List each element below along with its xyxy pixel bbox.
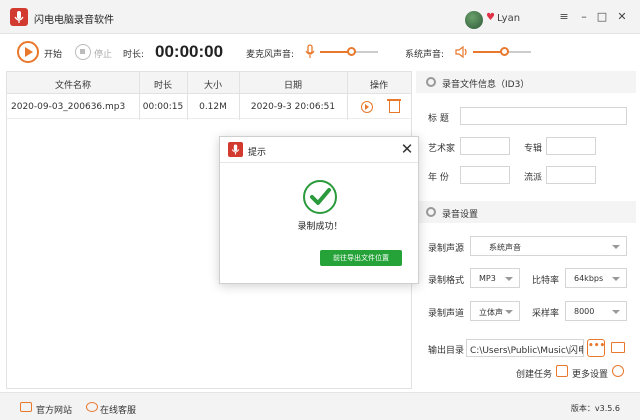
success-dialog: 提示 ✕ 录制成功！ 前往导出文件位置 (219, 136, 419, 284)
bitrate-select-value: 64kbps (574, 274, 604, 283)
play-icon[interactable] (361, 101, 373, 113)
title-bar: 闪电电脑录音软件 ♥ Lyan ≡ – □ ✕ (0, 0, 640, 34)
samplerate-label: 采样率 (532, 309, 560, 319)
record-settings-title: 录音设置 (442, 210, 479, 220)
settings-panel: 录音文件信息（ID3） 标 题 艺术家 专辑 年 份 流派 录音设置 录制声源 … (416, 71, 636, 389)
format-select-value: MP3 (479, 274, 496, 283)
speaker-icon (455, 45, 469, 59)
chevron-down-icon (612, 245, 620, 249)
start-label[interactable]: 开始 (44, 47, 62, 60)
system-volume-knob[interactable] (499, 47, 509, 56)
microphone-icon (305, 44, 315, 60)
source-select[interactable]: 系统声音 (470, 236, 627, 256)
header-duration: 时长 (153, 81, 172, 91)
footer: 官方网站 在线客服 版本：v3.5.6 (0, 392, 640, 420)
samplerate-select[interactable]: 8000 (565, 301, 627, 321)
record-settings-header: 录音设置 (416, 201, 636, 223)
start-record-button[interactable] (17, 41, 39, 63)
cell-date: 2020-9-3 20:06:51 (250, 102, 336, 112)
trash-icon[interactable] (387, 99, 401, 113)
title-label: 标 题 (428, 114, 449, 124)
artist-label: 艺术家 (428, 144, 456, 154)
channel-label: 录制声道 (428, 309, 465, 319)
chevron-down-icon (505, 277, 513, 281)
settings-gear-icon[interactable] (612, 365, 624, 377)
genre-label: 流派 (524, 173, 543, 183)
album-field[interactable] (546, 137, 596, 155)
gear-icon (426, 77, 436, 87)
id3-section-header: 录音文件信息（ID3） (416, 71, 636, 93)
header-filename: 文件名称 (54, 81, 91, 91)
success-check-icon (303, 180, 337, 214)
header-actions: 操作 (369, 81, 388, 91)
version-label: 版本：v3.5.6 (570, 404, 620, 413)
cell-size: 0.12M (199, 102, 227, 112)
bitrate-select[interactable]: 64kbps (565, 268, 627, 288)
year-field[interactable] (460, 166, 510, 184)
more-settings-label[interactable]: 更多设置 (572, 367, 608, 380)
dialog-close-button[interactable]: ✕ (400, 141, 414, 157)
dialog-title: 提示 (248, 148, 267, 158)
format-label: 录制格式 (428, 276, 465, 286)
open-export-location-button[interactable]: 前往导出文件位置 (320, 250, 402, 266)
chevron-down-icon (612, 310, 620, 314)
id3-section-title: 录音文件信息（ID3） (442, 80, 530, 90)
cell-filename: 2020-09-03_200636.mp3 (11, 102, 126, 112)
dialog-header: 提示 ✕ (220, 137, 418, 163)
menu-icon[interactable]: ≡ (557, 10, 571, 24)
duration-value: 00:00:00 (155, 42, 224, 61)
output-label: 输出目录 (428, 346, 465, 356)
task-icon[interactable] (556, 365, 568, 377)
bitrate-label: 比特率 (532, 276, 560, 286)
support-link[interactable]: 在线客服 (100, 403, 136, 416)
app-logo-icon (10, 8, 28, 26)
artist-field[interactable] (460, 137, 510, 155)
chevron-down-icon (505, 310, 513, 314)
cell-duration: 00:00:15 (142, 102, 184, 112)
heart-icon: ♥ (486, 12, 495, 23)
avatar[interactable] (465, 11, 483, 29)
maximize-button[interactable]: □ (595, 10, 609, 24)
genre-field[interactable] (546, 166, 596, 184)
folder-icon[interactable] (611, 342, 625, 353)
recording-toolbar: 开始 停止 时长: 00:00:00 麦克风声音: 系统声音: (0, 34, 640, 70)
create-task-label[interactable]: 创建任务 (516, 367, 552, 380)
samplerate-select-value: 8000 (574, 307, 595, 316)
source-label: 录制声源 (428, 244, 465, 254)
website-icon[interactable] (20, 402, 32, 412)
album-label: 专辑 (524, 144, 543, 154)
mic-volume-knob[interactable] (346, 47, 356, 56)
header-size: 大小 (203, 81, 222, 91)
table-header: 文件名称 时长 大小 日期 操作 (7, 72, 411, 94)
stop-record-button[interactable] (75, 44, 91, 60)
username[interactable]: Lyan (497, 13, 520, 24)
year-label: 年 份 (428, 173, 449, 183)
support-icon[interactable] (86, 402, 98, 412)
source-select-value: 系统声音 (489, 243, 521, 252)
mic-volume-label: 麦克风声音: (246, 50, 295, 60)
browse-button[interactable]: ••• (587, 339, 605, 357)
mic-volume-slider[interactable] (320, 47, 378, 56)
title-field[interactable] (460, 107, 627, 125)
stop-label[interactable]: 停止 (94, 47, 112, 60)
channel-select[interactable]: 立体声 (470, 301, 520, 321)
system-volume-slider[interactable] (473, 47, 531, 56)
minimize-button[interactable]: – (577, 10, 591, 24)
duration-label: 时长: (123, 50, 145, 60)
channel-select-value: 立体声 (479, 308, 503, 317)
system-volume-label: 系统声音: (405, 50, 445, 60)
output-path-field[interactable]: C:\Users\Public\Music\闪电 (466, 339, 584, 357)
gear-icon (426, 207, 436, 217)
dialog-message: 录制成功！ (297, 222, 343, 232)
header-date: 日期 (283, 81, 302, 91)
website-link[interactable]: 官方网站 (36, 403, 72, 416)
table-row[interactable]: 2020-09-03_200636.mp3 00:00:15 0.12M 202… (7, 95, 411, 119)
chevron-down-icon (612, 277, 620, 281)
app-title: 闪电电脑录音软件 (34, 15, 114, 26)
close-button[interactable]: ✕ (615, 10, 629, 24)
format-select[interactable]: MP3 (470, 268, 520, 288)
app-logo-icon (228, 142, 243, 157)
